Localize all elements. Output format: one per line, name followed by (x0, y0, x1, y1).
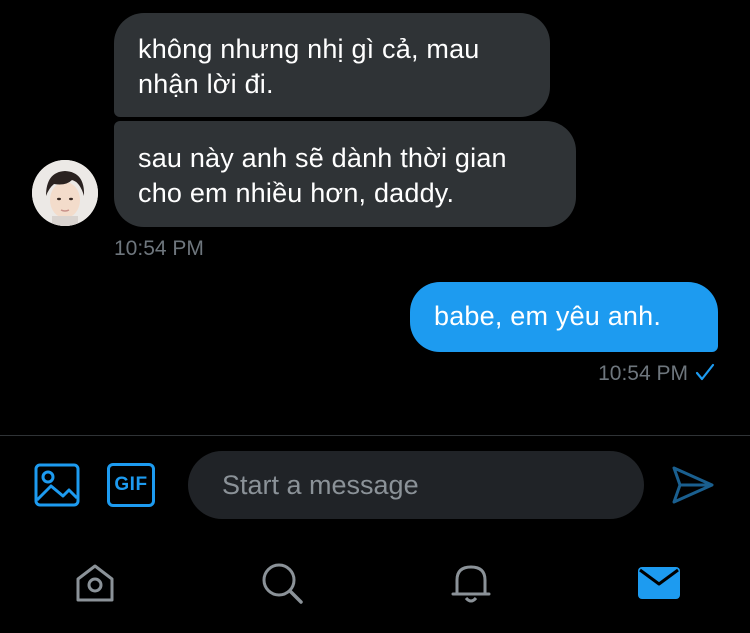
bell-icon[interactable] (448, 560, 494, 606)
checkmark-icon (695, 363, 715, 381)
composer-divider (0, 435, 750, 436)
outgoing-message-bubble[interactable]: babe, em yêu anh. (410, 282, 718, 352)
incoming-message-bubble[interactable]: không nhưng nhị gì cả, mau nhận lời đi. (114, 13, 550, 117)
send-icon[interactable] (670, 462, 716, 508)
dm-conversation-screen: không nhưng nhị gì cả, mau nhận lời đi. … (0, 0, 750, 633)
message-input[interactable] (188, 451, 644, 519)
message-text: sau này anh sẽ dành thời gian cho em nhi… (138, 143, 507, 208)
envelope-icon[interactable] (636, 560, 682, 606)
incoming-message-bubble[interactable]: sau này anh sẽ dành thời gian cho em nhi… (114, 121, 576, 227)
message-text: babe, em yêu anh. (434, 301, 662, 331)
gif-button[interactable]: GIF (107, 463, 155, 507)
search-icon[interactable] (259, 560, 305, 606)
image-icon[interactable] (33, 462, 81, 508)
message-text: không nhưng nhị gì cả, mau nhận lời đi. (138, 34, 480, 99)
message-timestamp: 10:54 PM (114, 237, 204, 260)
home-icon[interactable] (72, 560, 118, 606)
avatar[interactable] (32, 160, 98, 226)
message-timestamp: 10:54 PM (598, 362, 688, 385)
